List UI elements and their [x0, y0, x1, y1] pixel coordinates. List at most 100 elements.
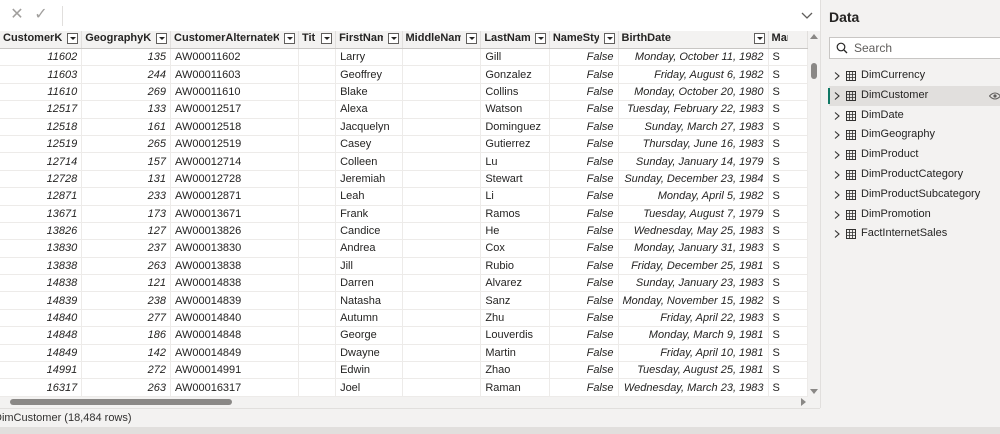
table-cell[interactable]: Jeremiah	[335, 170, 403, 189]
table-cell[interactable]: False	[549, 135, 619, 154]
table-cell[interactable]: AW00014838	[170, 274, 299, 293]
table-cell[interactable]: Friday, April 22, 1983	[618, 309, 769, 328]
table-cell[interactable]	[402, 239, 482, 258]
expand-chevron-icon[interactable]	[833, 72, 841, 80]
table-row[interactable]: 11602 135 AW00011602 Larry Gill False Monday, …	[0, 48, 808, 67]
table-cell[interactable]: Sanz	[480, 291, 550, 310]
table-cell[interactable]: False	[549, 65, 619, 84]
table-cell[interactable]	[298, 274, 337, 293]
table-row[interactable]: 14849 142 AW00014849 Dwayne Martin False Frida…	[0, 344, 808, 363]
table-cell[interactable]: Leah	[335, 187, 403, 206]
table-cell[interactable]: Zhu	[480, 309, 550, 328]
scroll-down-arrow-icon[interactable]	[810, 389, 818, 394]
table-cell[interactable]	[402, 257, 482, 276]
table-cell[interactable]: AW00013826	[170, 222, 299, 241]
table-cell[interactable]	[298, 291, 337, 310]
column-header[interactable]: BirthDate	[618, 31, 769, 49]
table-cell[interactable]: Blake	[335, 83, 403, 102]
table-cell[interactable]: Gill	[480, 48, 550, 67]
table-cell[interactable]: Cox	[480, 239, 550, 258]
expand-chevron-icon[interactable]	[833, 131, 841, 140]
table-item[interactable]: DimDate	[829, 106, 1000, 126]
table-cell[interactable]: 12714	[0, 152, 83, 171]
table-cell[interactable]: S	[768, 205, 808, 223]
table-cell[interactable]	[402, 344, 482, 363]
column-header[interactable]: NameStyle	[549, 31, 619, 49]
table-cell[interactable]	[402, 100, 482, 119]
table-row[interactable]: 12871 233 AW00012871 Leah Li False Monday, Apr…	[0, 187, 808, 206]
table-cell[interactable]: False	[549, 291, 619, 310]
table-cell[interactable]: AW00013671	[170, 205, 299, 223]
table-cell[interactable]: 16317	[0, 378, 83, 397]
table-cell[interactable]: 263	[81, 257, 172, 276]
expand-chevron-icon[interactable]	[800, 8, 814, 22]
column-header[interactable]: Title	[298, 31, 337, 49]
table-cell[interactable]: 263	[81, 378, 172, 397]
table-cell[interactable]: 12517	[0, 100, 83, 119]
table-cell[interactable]: 277	[81, 309, 172, 328]
table-cell[interactable]: 13830	[0, 239, 83, 258]
table-cell[interactable]: False	[549, 344, 619, 363]
table-cell[interactable]: S	[768, 274, 808, 293]
table-cell[interactable]: 173	[81, 205, 172, 223]
table-cell[interactable]: Collins	[480, 83, 550, 102]
table-cell[interactable]: S	[768, 65, 808, 84]
table-cell[interactable]: S	[768, 309, 808, 328]
table-item[interactable]: DimPromotion	[829, 205, 1000, 225]
table-row[interactable]: 13830 237 AW00013830 Andrea Cox False Monday, …	[0, 239, 808, 258]
table-cell[interactable]: Martin	[480, 344, 550, 363]
table-cell[interactable]: S	[768, 135, 808, 154]
table-cell[interactable]: 14991	[0, 361, 83, 380]
table-cell[interactable]: Friday, August 6, 1982	[618, 65, 769, 84]
table-cell[interactable]: 13671	[0, 205, 83, 223]
table-cell[interactable]: 14839	[0, 291, 83, 310]
table-row[interactable]: 14991 272 AW00014991 Edwin Zhao False Tuesday,…	[0, 361, 808, 380]
table-cell[interactable]: S	[768, 361, 808, 380]
table-cell[interactable]: S	[768, 187, 808, 206]
table-cell[interactable]: AW00014840	[170, 309, 299, 328]
table-cell[interactable]: 269	[81, 83, 172, 102]
table-cell[interactable]: AW00011610	[170, 83, 299, 102]
table-cell[interactable]	[402, 326, 482, 345]
filter-dropdown-icon[interactable]	[753, 33, 765, 44]
table-cell[interactable]	[402, 309, 482, 328]
table-cell[interactable]: Dwayne	[335, 344, 403, 363]
column-header[interactable]: MiddleName	[402, 31, 482, 49]
table-cell[interactable]: AW00012517	[170, 100, 299, 119]
table-cell[interactable]: Gonzalez	[480, 65, 550, 84]
table-cell[interactable]: 265	[81, 135, 172, 154]
expand-chevron-icon[interactable]	[833, 230, 841, 239]
filter-dropdown-icon[interactable]	[466, 33, 478, 44]
table-row[interactable]: 12517 133 AW00012517 Alexa Watson False Tuesda…	[0, 100, 808, 119]
table-row[interactable]: 13838 263 AW00013838 Jill Rubio False Friday, …	[0, 257, 808, 276]
table-cell[interactable]: False	[549, 83, 619, 102]
search-input[interactable]: Search	[829, 37, 1000, 59]
table-cell[interactable]	[298, 326, 337, 345]
vertical-scroll-thumb[interactable]	[811, 63, 817, 79]
table-cell[interactable]: AW00012714	[170, 152, 299, 171]
expand-chevron-icon[interactable]	[833, 190, 841, 199]
table-cell[interactable]: AW00013830	[170, 239, 299, 258]
table-cell[interactable]: S	[768, 378, 808, 397]
table-cell[interactable]: 13826	[0, 222, 83, 241]
column-header[interactable]: LastName	[480, 31, 550, 49]
table-cell[interactable]: Frank	[335, 205, 403, 223]
table-cell[interactable]: S	[768, 291, 808, 310]
table-cell[interactable]: S	[768, 239, 808, 258]
table-cell[interactable]: Sunday, January 23, 1983	[618, 274, 769, 293]
table-cell[interactable]	[298, 378, 337, 397]
table-cell[interactable]	[402, 152, 482, 171]
table-cell[interactable]: S	[768, 326, 808, 345]
table-cell[interactable]: 121	[81, 274, 172, 293]
commit-check-icon[interactable]: ✓	[32, 6, 50, 24]
column-header[interactable]: GeographyKey	[81, 31, 172, 49]
table-row[interactable]: 14839 238 AW00014839 Natasha Sanz False Monday…	[0, 291, 808, 310]
table-cell[interactable]: Larry	[335, 48, 403, 67]
table-cell[interactable]: AW00011603	[170, 65, 299, 84]
table-cell[interactable]: Li	[480, 187, 550, 206]
horizontal-scrollbar[interactable]	[0, 397, 808, 407]
filter-dropdown-icon[interactable]	[603, 33, 615, 44]
table-cell[interactable]: S	[768, 257, 808, 276]
expand-chevron-icon[interactable]	[833, 171, 841, 179]
formula-bar[interactable]: ✕ ✓	[0, 0, 820, 32]
